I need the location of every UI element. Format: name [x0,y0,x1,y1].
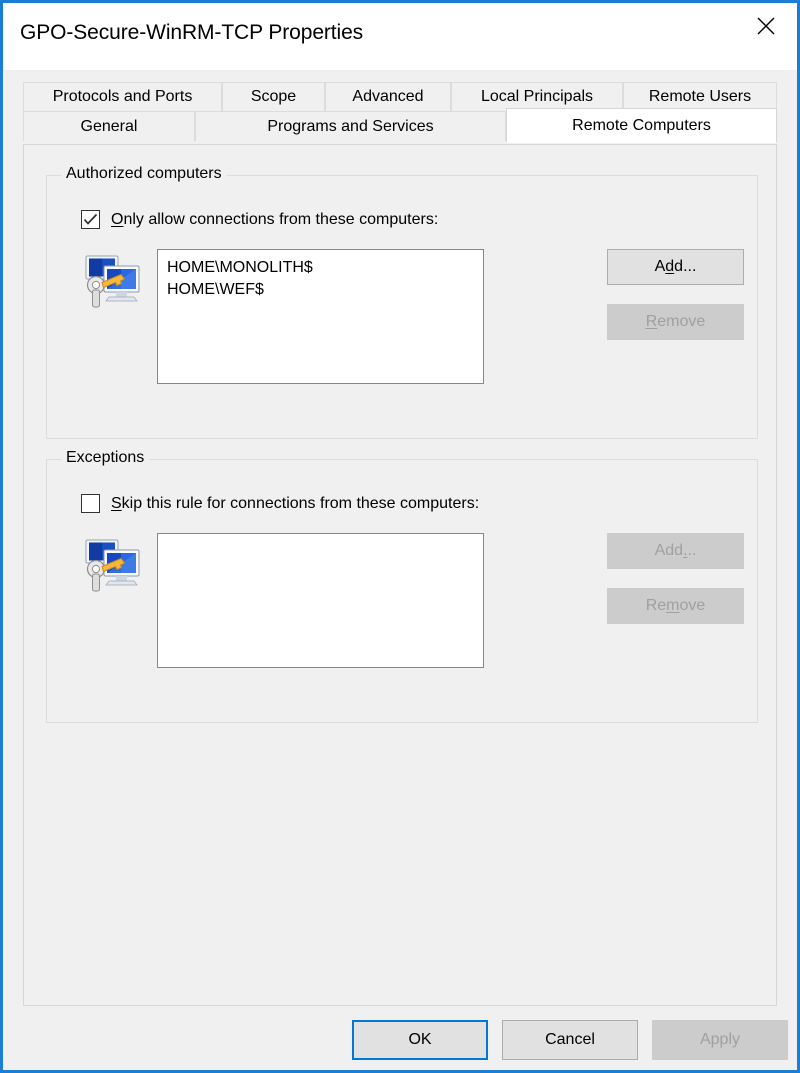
button-label-post: d... [674,258,697,275]
tab-remote-users[interactable]: Remote Users [623,82,777,111]
only-allow-connections-checkbox-row[interactable]: Only allow connections from these comput… [81,210,438,229]
cancel-button[interactable]: Cancel [502,1020,638,1060]
only-allow-connections-checkbox[interactable] [81,210,100,229]
tab-local-principals[interactable]: Local Principals [451,82,623,111]
button-label-post: .. [687,542,697,559]
skip-rule-label: Skip this rule for connections from thes… [111,495,479,513]
tab-content-panel: Authorized computers Only allow connecti… [23,144,777,1006]
tab-label: Local Principals [480,88,594,105]
tab-label: Protocols and Ports [52,88,193,105]
label-rest: kip this rule for connections from these… [121,494,480,512]
tab-programs-and-services[interactable]: Programs and Services [195,111,506,141]
mnemonic-char: R [645,313,658,330]
button-label-post: ove [679,597,706,614]
computers-key-icon [80,536,142,594]
tab-general[interactable]: General [23,111,195,141]
computers-key-icon [80,252,142,310]
authorized-remove-button[interactable]: Remove [607,304,744,340]
checkmark-icon [83,213,98,226]
tab-advanced[interactable]: Advanced [325,82,451,111]
skip-rule-checkbox-row[interactable]: Skip this rule for connections from thes… [81,494,479,513]
exceptions-add-button[interactable]: Add... [607,533,744,569]
tab-scope[interactable]: Scope [222,82,325,111]
close-button[interactable] [735,3,797,49]
tab-label: Programs and Services [267,117,434,135]
mnemonic-char: d [665,258,675,275]
list-item[interactable]: HOME\MONOLITH$ [167,257,474,279]
list-item[interactable]: HOME\WEF$ [167,279,474,301]
mnemonic-char: S [111,494,122,512]
close-icon [755,15,777,37]
button-label-pre: Re [645,597,667,614]
dialog-footer: OK Cancel Apply [3,1006,797,1070]
tab-protocols-and-ports[interactable]: Protocols and Ports [23,82,222,111]
button-label-post: emove [657,313,706,330]
page-title: GPO-Secure-WinRM-TCP Properties [20,21,364,44]
button-label-pre: Add [654,542,684,559]
tab-label: Scope [250,88,297,105]
apply-button[interactable]: Apply [652,1020,788,1060]
authorized-computers-group: Authorized computers Only allow connecti… [46,165,758,439]
label-rest: nly allow connections from these compute… [123,210,439,228]
tab-strip: Protocols and Ports Scope Advanced Local… [3,70,797,145]
mnemonic-char: O [111,210,124,228]
exceptions-group: Exceptions Skip this rule for connection… [46,449,758,723]
exceptions-group-title: Exceptions [61,449,150,467]
tab-remote-computers[interactable]: Remote Computers [506,108,777,143]
skip-rule-checkbox[interactable] [81,494,100,513]
tab-label: Remote Users [648,88,752,105]
authorized-add-button[interactable]: Ad d... [607,249,744,285]
authorized-computers-listbox[interactable]: HOME\MONOLITH$ HOME\WEF$ [157,249,484,384]
only-allow-connections-label: Only allow connections from these comput… [111,211,438,229]
authorized-computers-group-title: Authorized computers [61,165,227,183]
tab-label: Remote Computers [572,116,711,134]
properties-dialog-window: GPO-Secure-WinRM-TCP Properties Protocol… [0,0,800,1073]
exceptions-remove-button[interactable]: Re m ove [607,588,744,624]
title-bar: GPO-Secure-WinRM-TCP Properties [3,3,797,70]
ok-button[interactable]: OK [352,1020,488,1060]
tab-label: Advanced [352,88,424,105]
tab-label: General [80,117,138,135]
exceptions-computers-listbox[interactable] [157,533,484,668]
button-label-pre: A [654,258,666,275]
mnemonic-char: m [666,597,680,614]
